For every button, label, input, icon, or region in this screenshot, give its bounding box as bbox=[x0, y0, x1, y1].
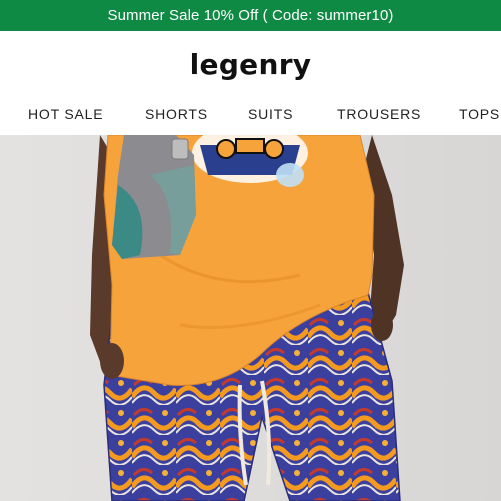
announcement-bar: Summer Sale 10% Off ( Code: summer10) bbox=[0, 0, 501, 31]
main-navigation: HOT SALE SHORTS SUITS TROUSERS TOPS bbox=[0, 97, 501, 135]
nav-item-hot-sale[interactable]: HOT SALE bbox=[28, 106, 103, 122]
hero-photo bbox=[0, 135, 501, 501]
nav-item-tops[interactable]: TOPS bbox=[459, 106, 500, 122]
hero-banner-image[interactable] bbox=[0, 135, 501, 501]
nav-item-shorts[interactable]: SHORTS bbox=[145, 106, 208, 122]
nav-item-trousers[interactable]: TROUSERS bbox=[337, 106, 421, 122]
site-header: legenry bbox=[0, 31, 501, 97]
store-logo[interactable]: legenry bbox=[190, 48, 312, 81]
announcement-text: Summer Sale 10% Off ( Code: summer10) bbox=[107, 7, 394, 24]
nav-item-suits[interactable]: SUITS bbox=[248, 106, 293, 122]
